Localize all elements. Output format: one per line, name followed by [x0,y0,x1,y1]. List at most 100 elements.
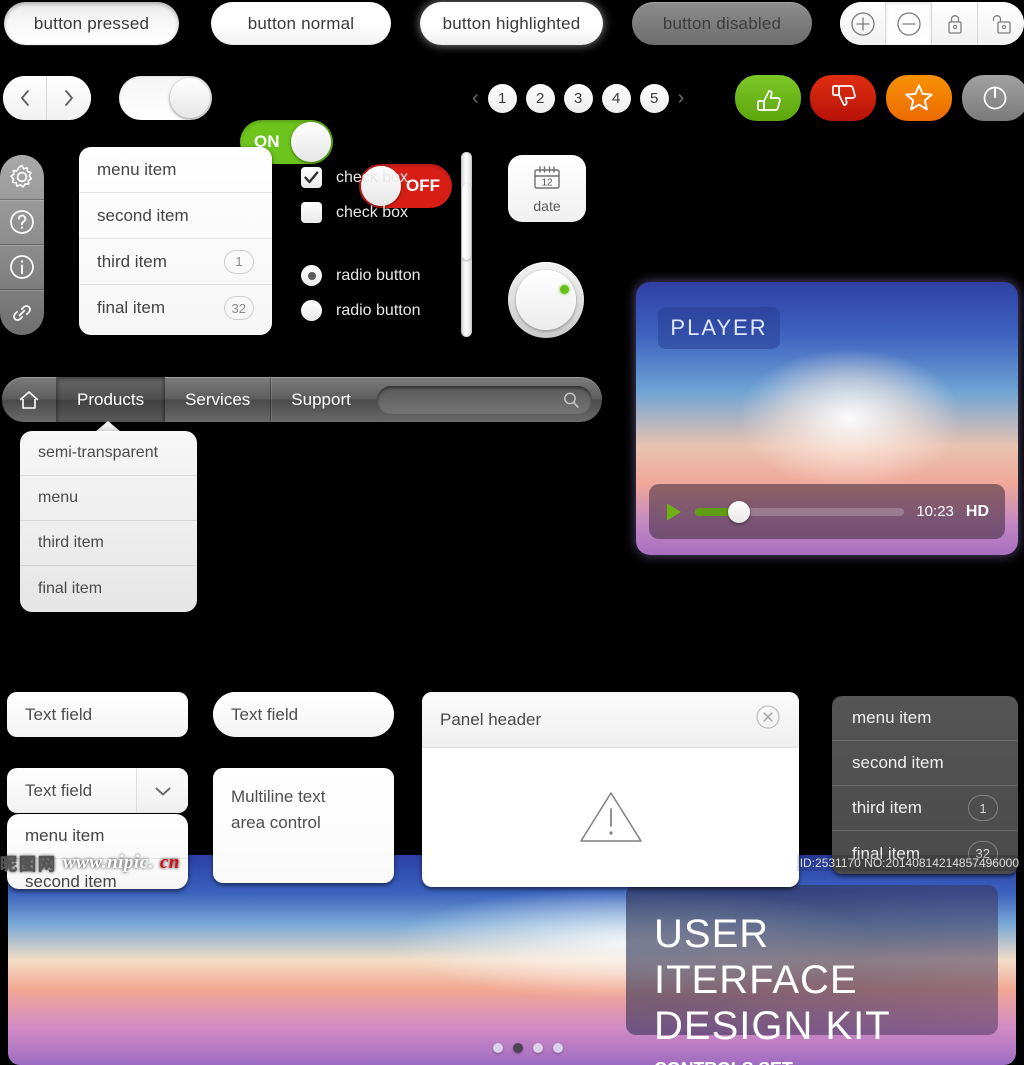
list-item[interactable]: final item 32 [79,285,272,331]
minus-button[interactable] [886,2,932,45]
pagination-next[interactable]: › [678,87,685,110]
pagination-page-5[interactable]: 5 [639,84,669,113]
date-day: 12 [541,177,553,188]
radio-row-selected[interactable]: radio button [301,265,421,286]
checkbox-row-checked[interactable]: check box [301,167,408,188]
toggle-on-knob[interactable] [291,122,331,162]
carousel-dot[interactable] [533,1043,543,1053]
dropdown-item[interactable]: menu [20,476,197,521]
text-field-rect-value: Text field [25,704,93,724]
text-field-round[interactable]: Text field [213,692,394,737]
search-icon [564,392,579,408]
button-normal[interactable]: button normal [211,2,391,45]
play-button[interactable] [665,502,683,522]
icon-rail [0,155,44,335]
panel-header-title: Panel header [440,709,542,729]
panel-close-button[interactable] [755,704,781,735]
list-item-label: menu item [97,159,177,179]
rail-item-help[interactable] [0,200,44,245]
dropdown-item[interactable]: semi-transparent [20,431,197,476]
knob-position-indicator [560,285,569,294]
checkbox-row-unchecked[interactable]: check box [301,202,408,223]
nav-home-button[interactable] [2,377,57,422]
banner-title-line1: USER ITERFACE [654,912,858,1002]
button-highlighted[interactable]: button highlighted [420,2,603,45]
radio-unselected[interactable] [301,300,322,321]
pagination-prev[interactable]: ‹ [472,87,479,110]
toggle-plain-knob[interactable] [170,78,210,118]
stepper-next-button[interactable] [47,76,91,120]
checkbox-label: check box [336,203,409,221]
radio-selected[interactable] [301,265,322,286]
combobox[interactable]: Text field [7,768,188,813]
warning-triangle-icon [579,791,642,842]
rotary-knob[interactable] [508,262,584,338]
list-item[interactable]: second item [832,741,1018,786]
rail-item-link[interactable] [0,290,44,335]
panel-header: Panel header [422,692,799,748]
home-icon [19,390,39,409]
carousel-dot-active[interactable] [513,1043,523,1053]
lock-button[interactable] [932,2,978,45]
vertical-scrollbar-track[interactable] [461,152,472,337]
list-item[interactable]: third item 1 [832,786,1018,831]
list-item-label: final item [97,298,166,317]
text-field-rect[interactable]: Text field [7,692,188,737]
banner-title-line2: DESIGN KIT [654,1004,891,1048]
thumbs-up-button[interactable] [735,75,801,121]
rail-item-settings[interactable] [0,155,44,200]
list-item[interactable]: third item 1 [79,239,272,285]
radio-label: radio button [336,301,421,319]
list-item[interactable]: second item [79,193,272,239]
vertical-scrollbar-thumb[interactable] [462,184,471,260]
radio-dot [307,271,316,280]
pagination-page-1[interactable]: 1 [487,84,517,113]
thumbs-up-icon [757,90,781,111]
button-disabled-label: button disabled [662,13,782,33]
navigation-bar: Products Services Support [2,377,602,422]
video-player[interactable]: PLAYER 10:23 HD [636,282,1018,555]
date-button[interactable]: 12 date [508,155,586,222]
list-item[interactable]: menu item [832,696,1018,741]
dropdown-item[interactable]: third item [20,521,197,566]
nav-item-services[interactable]: Services [165,377,272,422]
player-progress-handle[interactable] [727,500,750,523]
button-pressed-label: button pressed [33,13,150,33]
calendar-icon: 12 [534,165,560,189]
banner-text-card: USER ITERFACE DESIGN KIT CONTROLS SET [626,885,998,1065]
checkbox-checked[interactable] [301,167,322,188]
radio-row-unselected[interactable]: radio button [301,300,421,321]
thumbs-down-button[interactable] [810,75,876,121]
pagination-page-3[interactable]: 3 [563,84,593,113]
carousel-dot[interactable] [493,1043,503,1053]
nav-item-products[interactable]: Products [57,377,166,422]
nav-item-support[interactable]: Support [271,377,371,422]
navigation-dropdown: semi-transparent menu third item final i… [20,431,197,612]
pagination-page-4[interactable]: 4 [601,84,631,113]
search-input[interactable] [376,385,592,414]
star-button[interactable] [886,75,952,121]
dropdown-item[interactable]: final item [20,566,197,611]
plus-button[interactable] [840,2,886,45]
stepper-prev-next [3,76,91,120]
textarea-control[interactable]: Multiline text area control [213,768,394,883]
stepper-prev-button[interactable] [3,76,47,120]
list-item[interactable]: menu item [79,147,272,193]
button-pressed[interactable]: button pressed [4,2,179,45]
list-item-label: third item [97,251,167,271]
toggle-plain[interactable] [119,76,212,120]
checkbox-unchecked[interactable] [301,202,322,223]
carousel-dot[interactable] [553,1043,563,1053]
player-quality-badge: HD [965,502,989,520]
list-item-label: second item [97,205,189,225]
rail-item-info[interactable] [0,245,44,290]
power-button[interactable] [962,75,1024,121]
link-icon [13,304,31,321]
minus-circle-icon [896,11,921,36]
carousel-dots [493,1043,563,1053]
knob-inner-face[interactable] [516,270,576,330]
combobox-toggle[interactable] [136,768,188,813]
player-progress-track[interactable] [695,500,905,523]
pagination-page-2[interactable]: 2 [525,84,555,113]
unlock-button[interactable] [978,2,1024,45]
